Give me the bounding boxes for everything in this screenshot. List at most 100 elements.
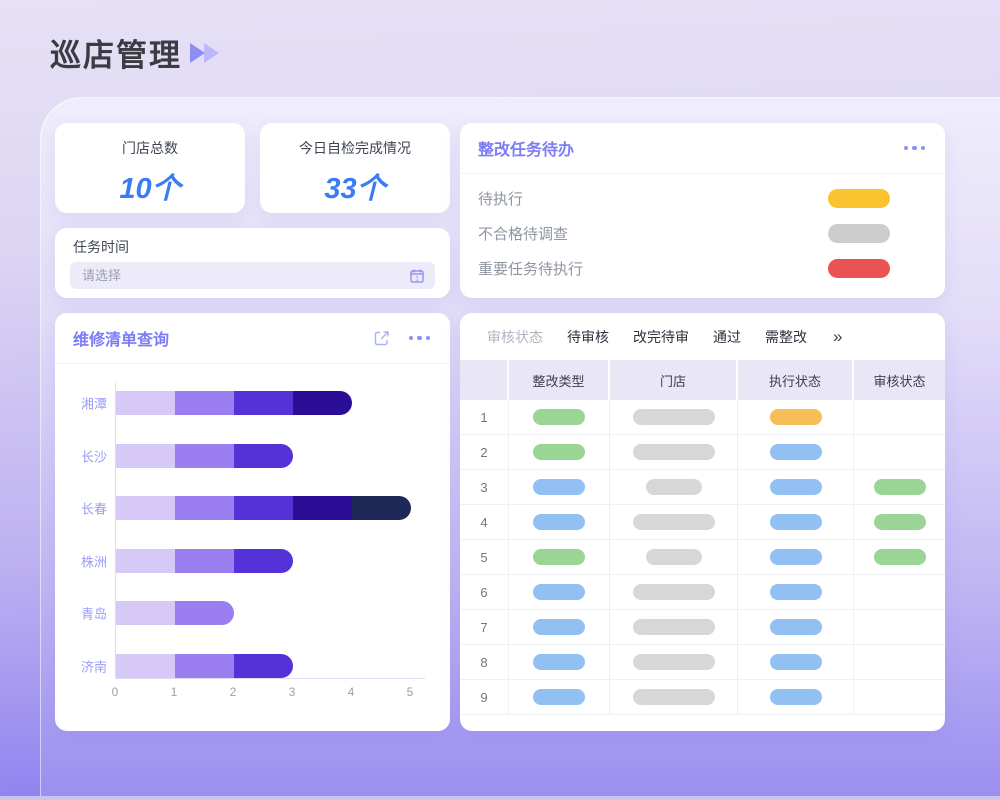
table-cell [738, 470, 854, 504]
table-cell [509, 435, 610, 469]
bar-segment [234, 654, 293, 678]
tab-需整改[interactable]: 需整改 [765, 327, 807, 347]
header-cell [460, 360, 509, 400]
x-axis-tick-label: 1 [162, 685, 186, 699]
stat-card-self-check: 今日自检完成情况 33个 [260, 123, 450, 213]
more-menu-icon[interactable] [904, 146, 926, 151]
share-icon[interactable] [373, 329, 391, 347]
fast-forward-icon [190, 43, 205, 63]
table-row[interactable]: 1 [460, 400, 945, 435]
status-pill [770, 584, 822, 600]
table-cell [854, 645, 945, 679]
stat-label: 门店总数 [55, 138, 245, 158]
row-number-cell: 7 [460, 610, 509, 644]
review-tabs: 审核状态 待审核改完待审通过需整改» [460, 313, 945, 360]
status-pill [874, 479, 926, 495]
status-pill [533, 444, 585, 460]
date-input-field[interactable] [80, 267, 409, 284]
status-pill [770, 444, 822, 460]
table-cell [854, 575, 945, 609]
status-pill [770, 514, 822, 530]
bar-segment [175, 549, 234, 573]
calendar-icon[interactable]: 1 [409, 268, 425, 284]
page-background: 巡店管理 门店总数 10个 今日自检完成情况 33个 整改任务待办 待执行不合格… [0, 0, 1000, 800]
stacked-bar [116, 496, 411, 520]
bar-segment [116, 444, 175, 468]
table-cell [509, 575, 610, 609]
x-axis-tick-label: 2 [221, 685, 245, 699]
todo-item-label: 重要任务待执行 [478, 258, 583, 279]
stat-label: 今日自检完成情况 [260, 138, 450, 158]
table-row[interactable]: 5 [460, 540, 945, 575]
header-cell: 门店 [610, 360, 738, 400]
table-row[interactable]: 2 [460, 435, 945, 470]
repair-list-card: 维修清单查询 湘潭长沙长春株洲青岛济南012345 [55, 313, 450, 731]
row-number: 1 [480, 410, 487, 425]
stat-value: 10个 [55, 165, 245, 207]
status-pill [633, 689, 715, 705]
bar-category-label: 济南 [59, 656, 107, 675]
task-time-label: 任务时间 [73, 237, 129, 257]
bar-segment [234, 391, 293, 415]
page-title: 巡店管理 [50, 30, 182, 75]
review-table-body: 1 2 3 4 5 6789 [460, 400, 945, 715]
table-row[interactable]: 7 [460, 610, 945, 645]
table-cell [738, 400, 854, 434]
status-pill [633, 584, 715, 600]
todo-card: 整改任务待办 待执行不合格待调查重要任务待执行 [460, 123, 945, 298]
row-number-cell: 9 [460, 680, 509, 714]
table-row[interactable]: 3 [460, 470, 945, 505]
bar-segment [116, 654, 175, 678]
bar-segment [175, 391, 234, 415]
table-row[interactable]: 8 [460, 645, 945, 680]
bar-segment [352, 496, 411, 520]
table-cell [854, 400, 945, 434]
table-row[interactable]: 6 [460, 575, 945, 610]
table-cell [509, 540, 610, 574]
todo-list: 待执行不合格待调查重要任务待执行 [460, 174, 945, 286]
date-picker-input[interactable]: 1 [70, 262, 435, 289]
table-cell [509, 400, 610, 434]
table-row[interactable]: 9 [460, 680, 945, 715]
bar-category-label: 长沙 [59, 446, 107, 465]
todo-item: 待执行 [478, 181, 890, 216]
table-cell [738, 435, 854, 469]
stat-card-total-stores: 门店总数 10个 [55, 123, 245, 213]
header-cell: 执行状态 [738, 360, 854, 400]
row-number-cell: 6 [460, 575, 509, 609]
row-number: 3 [480, 480, 487, 495]
bar-category-label: 长春 [59, 499, 107, 518]
status-pill [770, 479, 822, 495]
stacked-bar [116, 601, 234, 625]
bar-segment [175, 444, 234, 468]
table-cell [610, 435, 738, 469]
table-cell [509, 645, 610, 679]
more-tabs-icon[interactable]: » [833, 328, 842, 345]
page-header: 巡店管理 [50, 30, 219, 75]
tab-通过[interactable]: 通过 [713, 327, 741, 347]
stacked-bar [116, 549, 293, 573]
tab-改完待审[interactable]: 改完待审 [633, 327, 689, 347]
table-cell [854, 540, 945, 574]
table-cell [610, 470, 738, 504]
table-cell [854, 505, 945, 539]
table-row[interactable]: 4 [460, 505, 945, 540]
repair-card-header: 维修清单查询 [55, 313, 450, 364]
row-number-cell: 8 [460, 645, 509, 679]
table-cell [854, 435, 945, 469]
tab-待审核[interactable]: 待审核 [567, 327, 609, 347]
fast-forward-icon [204, 43, 219, 63]
x-axis-tick-label: 3 [280, 685, 304, 699]
bar-segment [234, 444, 293, 468]
todo-item-label: 待执行 [478, 188, 523, 209]
status-pill [770, 654, 822, 670]
status-pill [828, 189, 890, 208]
table-cell [854, 470, 945, 504]
status-pill [533, 584, 585, 600]
table-cell [509, 610, 610, 644]
row-number: 5 [480, 550, 487, 565]
more-menu-icon[interactable] [409, 336, 431, 341]
x-axis-tick-label: 4 [339, 685, 363, 699]
status-pill [633, 619, 715, 635]
header-cell: 审核状态 [854, 360, 945, 400]
